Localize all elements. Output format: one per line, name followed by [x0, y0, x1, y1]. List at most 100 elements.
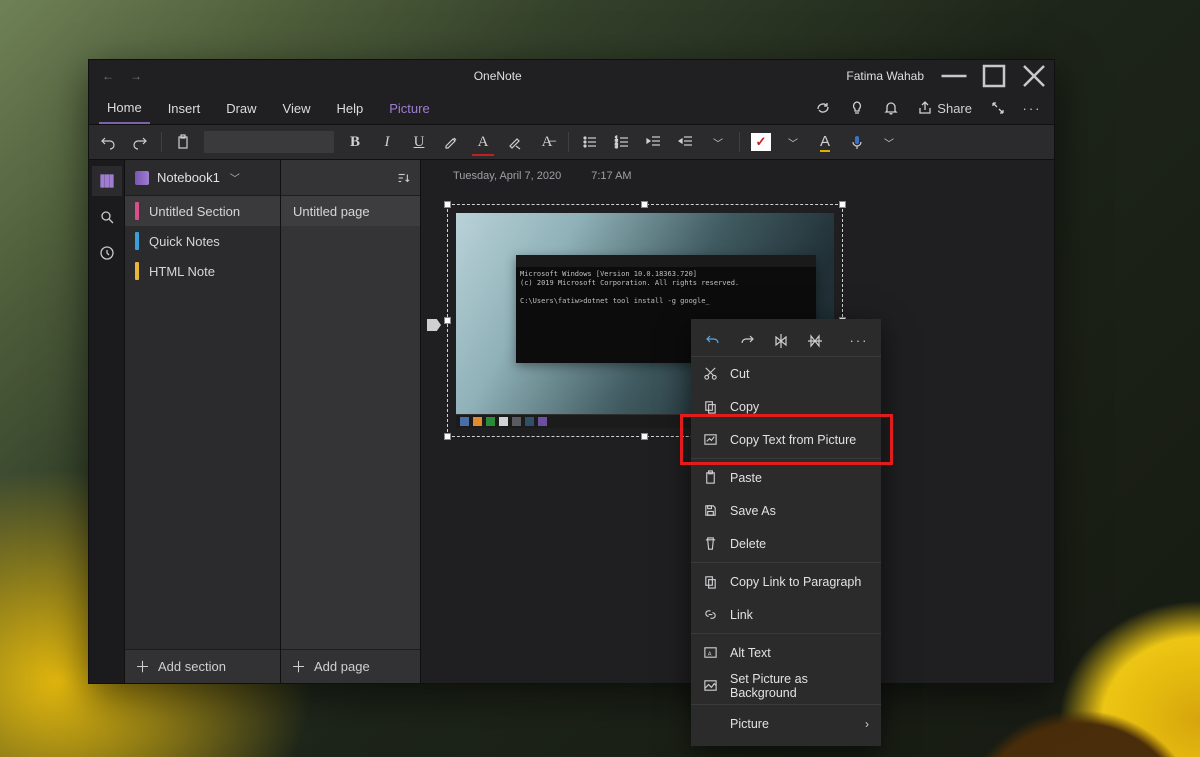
- todo-tag-button[interactable]: [750, 129, 772, 155]
- section-item-html-note[interactable]: HTML Note: [125, 256, 280, 286]
- container-anchor-icon[interactable]: [427, 319, 441, 331]
- left-rail: [89, 160, 125, 683]
- page-date: Tuesday, April 7, 2020: [453, 170, 561, 182]
- plus-icon: ＋: [291, 656, 306, 677]
- highlight-icon[interactable]: [440, 129, 462, 155]
- user-name[interactable]: Fatima Wahab: [846, 69, 934, 83]
- ctx-alt-text[interactable]: AAlt Text: [691, 636, 881, 669]
- close-button[interactable]: [1014, 60, 1054, 92]
- pages-sort-button[interactable]: [281, 160, 420, 196]
- dictate-more-icon[interactable]: ﹀: [878, 129, 900, 155]
- notification-icon[interactable]: [879, 96, 903, 120]
- ctx-copy-text-from-picture[interactable]: Copy Text from Picture: [691, 423, 881, 456]
- indent-icon[interactable]: [675, 129, 697, 155]
- font-selector[interactable]: [204, 131, 334, 153]
- section-item-quick-notes[interactable]: Quick Notes: [125, 226, 280, 256]
- ctx-cut[interactable]: Cut: [691, 357, 881, 390]
- ctx-separator: [691, 458, 881, 459]
- add-section-button[interactable]: ＋ Add section: [125, 649, 280, 683]
- pages-panel: Untitled page ＋ Add page: [281, 160, 421, 683]
- bold-button[interactable]: B: [344, 129, 366, 155]
- italic-button[interactable]: I: [376, 129, 398, 155]
- clear-formatting-icon[interactable]: [504, 129, 526, 155]
- titlebar: ← → OneNote Fatima Wahab: [89, 60, 1054, 92]
- nav-back-icon[interactable]: ←: [95, 62, 121, 90]
- section-color-tab: [135, 202, 139, 220]
- ctx-copy-link-paragraph[interactable]: Copy Link to Paragraph: [691, 565, 881, 598]
- resize-handle[interactable]: [444, 433, 451, 440]
- bullets-icon[interactable]: [579, 129, 601, 155]
- rotate-right-icon[interactable]: [735, 329, 759, 353]
- ctx-delete[interactable]: Delete: [691, 527, 881, 560]
- nav-forward-icon[interactable]: →: [123, 62, 149, 90]
- section-item-untitled[interactable]: Untitled Section: [125, 196, 280, 226]
- resize-handle[interactable]: [641, 201, 648, 208]
- maximize-button[interactable]: [974, 60, 1014, 92]
- sync-icon[interactable]: [811, 96, 835, 120]
- ctx-separator: [691, 704, 881, 705]
- add-page-button[interactable]: ＋ Add page: [281, 649, 420, 683]
- resize-handle[interactable]: [839, 201, 846, 208]
- resize-handle[interactable]: [444, 201, 451, 208]
- paragraph-more-icon[interactable]: ﹀: [707, 129, 729, 155]
- ctx-save-as[interactable]: Save As: [691, 494, 881, 527]
- underline-button[interactable]: U: [408, 129, 430, 155]
- plus-icon: ＋: [135, 656, 150, 677]
- clipboard-icon[interactable]: [172, 129, 194, 155]
- context-menu: ··· Cut Copy Copy Text from Picture Past…: [691, 319, 881, 746]
- chevron-right-icon: ›: [865, 717, 869, 731]
- lightbulb-icon[interactable]: [845, 96, 869, 120]
- rail-notebooks-icon[interactable]: [92, 166, 122, 196]
- font-color-button[interactable]: A: [472, 129, 494, 155]
- ctx-separator: [691, 633, 881, 634]
- rail-recent-icon[interactable]: [92, 238, 122, 268]
- fullscreen-icon[interactable]: [986, 96, 1010, 120]
- resize-handle[interactable]: [444, 317, 451, 324]
- rotate-left-icon[interactable]: [701, 329, 725, 353]
- section-color-tab: [135, 232, 139, 250]
- flip-vertical-icon[interactable]: [769, 329, 793, 353]
- section-color-tab: [135, 262, 139, 280]
- ctx-copy[interactable]: Copy: [691, 390, 881, 423]
- flip-horizontal-icon[interactable]: [803, 329, 827, 353]
- outdent-icon[interactable]: [643, 129, 665, 155]
- ctx-set-picture-background[interactable]: Set Picture as Background: [691, 669, 881, 702]
- dictate-icon[interactable]: [846, 129, 868, 155]
- undo-icon[interactable]: [97, 129, 119, 155]
- tab-insert[interactable]: Insert: [160, 92, 209, 124]
- sections-panel: Notebook1 ﹀ Untitled Section Quick Notes…: [125, 160, 281, 683]
- chevron-down-icon: ﹀: [230, 170, 240, 185]
- tab-help[interactable]: Help: [329, 92, 372, 124]
- ctx-picture-submenu[interactable]: Picture›: [691, 707, 881, 740]
- page-meta: Tuesday, April 7, 2020 7:17 AM: [453, 170, 632, 182]
- svg-text:A: A: [708, 651, 712, 657]
- ctx-separator: [691, 562, 881, 563]
- ribbon: B I U A A̶ 123 ﹀ ﹀ A ﹀: [89, 124, 1054, 160]
- share-button[interactable]: Share: [913, 96, 976, 120]
- styles-button[interactable]: A: [814, 129, 836, 155]
- tab-draw[interactable]: Draw: [218, 92, 264, 124]
- rail-search-icon[interactable]: [92, 202, 122, 232]
- app-title: OneNote: [149, 69, 846, 83]
- notebook-icon: [135, 171, 149, 185]
- page-item-untitled[interactable]: Untitled page: [281, 196, 420, 226]
- more-icon[interactable]: ···: [1020, 96, 1044, 120]
- minimize-button[interactable]: [934, 60, 974, 92]
- numbering-icon[interactable]: 123: [611, 129, 633, 155]
- tab-view[interactable]: View: [275, 92, 319, 124]
- page-time: 7:17 AM: [591, 170, 631, 182]
- redo-icon[interactable]: [129, 129, 151, 155]
- ctx-paste[interactable]: Paste: [691, 461, 881, 494]
- tags-more-icon[interactable]: ﹀: [782, 129, 804, 155]
- onenote-window: ← → OneNote Fatima Wahab Home Insert Dra…: [88, 59, 1055, 684]
- tab-picture[interactable]: Picture: [381, 92, 437, 124]
- tab-home[interactable]: Home: [99, 92, 150, 124]
- resize-handle[interactable]: [641, 433, 648, 440]
- svg-text:3: 3: [615, 144, 618, 150]
- strikethrough-delete-button[interactable]: A̶: [536, 129, 558, 155]
- ctx-link[interactable]: Link: [691, 598, 881, 631]
- context-mini-toolbar: ···: [691, 325, 881, 357]
- menu-tabs: Home Insert Draw View Help Picture Share…: [89, 92, 1054, 124]
- notebook-selector[interactable]: Notebook1 ﹀: [125, 160, 280, 196]
- mini-more-icon[interactable]: ···: [847, 329, 871, 353]
